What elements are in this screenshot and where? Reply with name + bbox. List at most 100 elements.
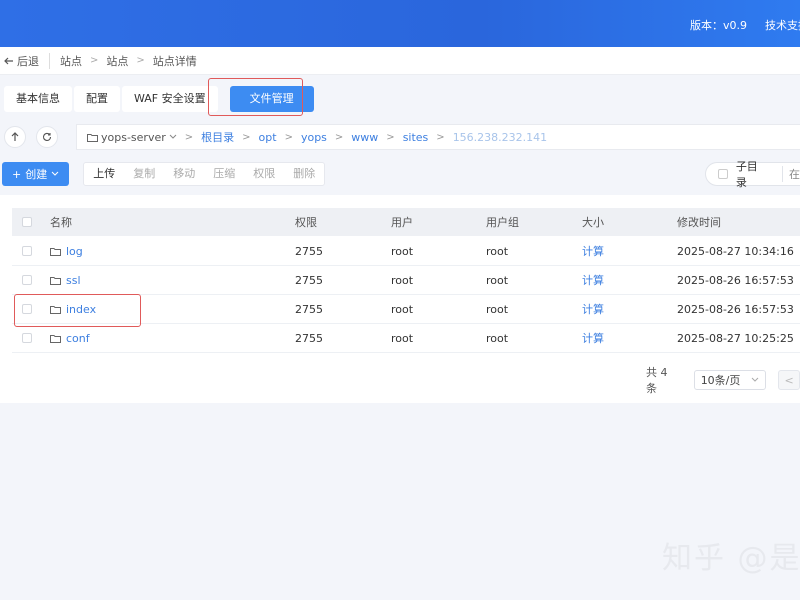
user-cell: root [391,302,414,316]
arrow-left-icon [4,56,14,66]
server-name: yops-server [101,130,166,144]
path-segment-root[interactable]: 根目录 [201,129,234,145]
calculate-size-link[interactable]: 计算 [582,274,604,287]
up-directory-button[interactable] [4,126,26,148]
top-header: 版本：v0.9 技术支持 [0,0,800,47]
table-row[interactable]: conf 2755 root root 计算 2025-08-27 10:25:… [12,324,800,353]
action-button-group: 上传 复制 移动 压缩 权限 删除 [83,162,326,186]
name-cell: ssl [50,274,81,287]
file-toolbar: + 创建 上传 复制 移动 压缩 权限 删除 子目录 在 [0,160,800,189]
size-cell: 计算 [582,243,604,259]
subdirectory-label: 子目录 [735,160,758,189]
col-modified: 修改时间 [677,216,721,229]
modified-cell: 2025-08-27 10:25:25 [677,331,794,345]
path-bar: yops-server > 根目录 > opt > yops > www > s… [0,122,800,152]
upload-button[interactable]: 上传 [84,163,124,185]
folder-icon [50,247,61,256]
col-size: 大小 [582,216,604,229]
modified-cell: 2025-08-27 10:34:16 [677,244,794,258]
arrow-up-icon [10,132,20,142]
create-button[interactable]: + 创建 [2,162,70,186]
breadcrumb-item-site-detail: 站点详情 [152,54,197,68]
size-cell: 计算 [582,330,604,346]
table-row[interactable]: log 2755 root root 计算 2025-08-27 10:34:1… [12,237,800,266]
permission-button[interactable]: 权限 [244,163,284,185]
watermark: 知乎 @是 [662,541,800,576]
table-row[interactable]: index 2755 root root 计算 2025-08-26 16:57… [12,295,800,324]
path-segment-www[interactable]: www [351,131,378,144]
page-size-value: 10条/页 [700,374,741,387]
permission-cell: 2755 [295,273,323,287]
group-cell: root [486,331,509,345]
folder-name[interactable]: conf [66,332,90,345]
breadcrumb: 后退 站点 > 站点 > 站点详情 [0,47,800,75]
user-cell: root [391,331,414,345]
create-label: 创建 [25,168,48,181]
row-checkbox[interactable] [22,275,32,285]
search-in-input[interactable]: 在 [782,166,800,182]
row-checkbox[interactable] [22,333,32,343]
support-link[interactable]: 技术支持 [765,17,800,33]
refresh-button[interactable] [36,126,58,148]
folder-name[interactable]: ssl [66,274,81,287]
calculate-size-link[interactable]: 计算 [582,332,604,345]
group-cell: root [486,244,509,258]
folder-name[interactable]: index [66,303,96,316]
subdirectory-search: 子目录 在 [705,160,800,189]
tab-basic-info[interactable]: 基本信息 [4,86,72,112]
chevron-right-icon: > [136,55,145,66]
move-button[interactable]: 移动 [164,163,204,185]
back-button[interactable]: 后退 [4,52,50,69]
table-header: 名称 权限 用户 用户组 大小 修改时间 [12,208,800,236]
user-cell: root [391,244,414,258]
breadcrumb-item-sites[interactable]: 站点 [106,53,128,69]
table-row[interactable]: ssl 2755 root root 计算 2025-08-26 16:57:5… [12,266,800,295]
chevron-down-icon [751,377,759,383]
folder-icon [50,276,61,285]
folder-icon [50,334,61,343]
chevron-down-icon [51,171,59,177]
server-selector[interactable]: yops-server [87,131,177,144]
group-cell: root [486,302,509,316]
col-user: 用户 [391,216,413,229]
chevron-right-icon: > [90,55,99,66]
tab-config[interactable]: 配置 [74,86,120,112]
copy-button[interactable]: 复制 [124,163,164,185]
folder-name[interactable]: log [66,245,83,258]
delete-button[interactable]: 删除 [284,163,324,185]
pagination: 共 4 条 10条/页 < [646,364,800,396]
tab-waf-security[interactable]: WAF 安全设置 [122,86,218,112]
path-segment-yops[interactable]: yops [301,131,327,144]
calculate-size-link[interactable]: 计算 [582,245,604,258]
total-count: 共 4 条 [646,366,668,395]
col-name: 名称 [50,216,72,229]
modified-cell: 2025-08-26 16:57:53 [677,273,794,287]
path-segment-sites[interactable]: sites [403,131,429,144]
col-group: 用户组 [486,216,519,229]
folder-icon [50,305,61,314]
subdirectory-checkbox[interactable] [718,169,728,179]
chevron-left-icon: < [784,373,794,387]
prev-page-button[interactable]: < [778,370,800,390]
path-separator: > [386,131,395,143]
modified-cell: 2025-08-26 16:57:53 [677,302,794,316]
page-size-select[interactable]: 10条/页 [693,370,767,390]
calculate-size-link[interactable]: 计算 [582,303,604,316]
compress-button[interactable]: 压缩 [204,163,244,185]
path-separator: > [242,131,251,143]
path-separator: > [284,131,293,143]
permission-cell: 2755 [295,244,323,258]
plus-icon: + [12,167,22,181]
row-checkbox[interactable] [22,304,32,314]
row-checkbox[interactable] [22,246,32,256]
path-segment-current: 156.238.232.141 [452,130,548,144]
path-segment-opt[interactable]: opt [259,131,277,144]
breadcrumb-item-sites-root[interactable]: 站点 [60,53,82,69]
col-permission: 权限 [295,216,317,229]
name-cell: index [50,303,96,316]
detail-tabs: 基本信息 配置 WAF 安全设置 文件管理 [0,84,800,114]
select-all-checkbox[interactable] [22,217,32,227]
tab-file-manager[interactable]: 文件管理 [229,86,314,112]
path-separator: > [436,131,445,143]
path-input[interactable]: yops-server > 根目录 > opt > yops > www > s… [76,124,800,150]
